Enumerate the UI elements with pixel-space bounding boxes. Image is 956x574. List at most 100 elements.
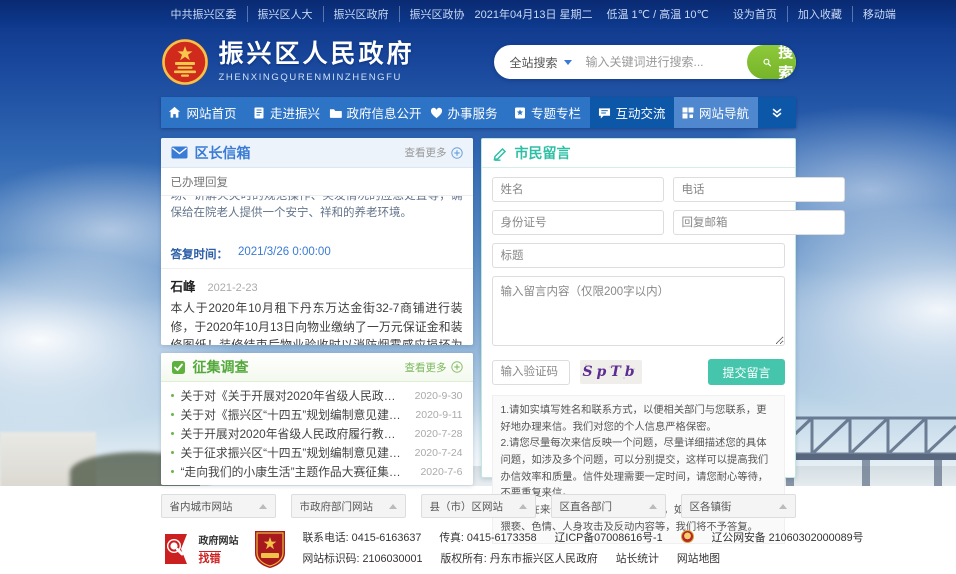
topbar-right: 2021年04月13日 星期二 低温 1℃ / 高温 10℃ 设为首页 加入收藏… bbox=[475, 6, 906, 22]
date-display: 2021年04月13日 星期二 bbox=[475, 6, 593, 22]
mayor-mailbox-panel: 区长信箱 查看更多 已办理回复 场、讲解火灾时的规范操作、突发情况的应急处置等，… bbox=[161, 138, 473, 345]
fax-number: 传真: 0415-6173358 bbox=[439, 528, 536, 549]
letter-date: 2021-2-23 bbox=[208, 282, 258, 294]
dropdown-district-streets[interactable]: 区各镇街 bbox=[681, 494, 796, 518]
search-scope-select[interactable]: 全站搜索 bbox=[494, 54, 580, 71]
search-button[interactable]: 搜 索 bbox=[747, 45, 796, 79]
mobile-version-link[interactable]: 移动端 bbox=[852, 6, 906, 22]
dropdown-label: 县（市）区网站 bbox=[430, 499, 504, 514]
message-guidelines: 1.请如实填写姓名和联系方式，以便相关部门与您联系，更好地办理来信。我们对您的个… bbox=[492, 395, 785, 544]
stats-link[interactable]: 站长统计 bbox=[616, 549, 659, 570]
nav-item-about[interactable]: 走进振兴 bbox=[245, 97, 329, 128]
nav-label: 专题专栏 bbox=[531, 103, 581, 122]
more-label: 查看更多 bbox=[405, 145, 447, 160]
error-logo-line2: 找错 bbox=[199, 551, 221, 565]
name-field[interactable] bbox=[492, 177, 664, 202]
citizen-message-panel: 市民留言 bbox=[481, 138, 796, 478]
submit-message-button[interactable]: 提交留言 bbox=[708, 359, 784, 385]
message-panel-title: 市民留言 bbox=[515, 143, 571, 163]
survey-list-item[interactable]: 关于征求振兴区“十四五”规划编制意见建议的公告2020-7-24 bbox=[171, 443, 463, 462]
security-record[interactable]: 辽公网安备 21060302000089号 bbox=[681, 528, 882, 549]
survey-item-title: 关于征求振兴区“十四五”规划编制意见建议的公告 bbox=[181, 444, 407, 461]
dropdown-city-dept-sites[interactable]: 市政府部门网站 bbox=[291, 494, 406, 518]
site-error-report-logo[interactable]: 政府网站 找错 bbox=[161, 531, 239, 566]
bullet-icon bbox=[171, 451, 174, 454]
reply-email-field[interactable] bbox=[673, 210, 845, 235]
survey-list-item[interactable]: 关于开展对2020年省级人民政府履行教育职责情况满意度调查...2020-7-2… bbox=[171, 424, 463, 443]
nav-item-special-topics[interactable]: 专题专栏 bbox=[506, 97, 590, 128]
letter-author: 石峰 bbox=[171, 276, 196, 295]
phone-field[interactable] bbox=[673, 177, 845, 202]
id-number-field[interactable] bbox=[492, 210, 664, 235]
weather-display: 低温 1℃ / 高温 10℃ bbox=[607, 6, 709, 22]
nav-label: 走进振兴 bbox=[270, 103, 320, 122]
site-brand: 振兴区人民政府 ZHENXINGQURENMINZHENGFU bbox=[161, 38, 415, 86]
nav-item-info-disclosure[interactable]: 政府信息公开 bbox=[329, 97, 422, 128]
nav-label: 网站导航 bbox=[699, 103, 749, 122]
footer: 政府网站 找错 联系电话: 0415-6163637 传真: 0415-6173… bbox=[0, 528, 956, 569]
dropdown-province-city-sites[interactable]: 省内城市网站 bbox=[161, 494, 276, 518]
link-district-government[interactable]: 振兴区政府 bbox=[323, 6, 399, 22]
survey-item-date: 2020-7-6 bbox=[420, 466, 462, 478]
search-button-label: 搜 索 bbox=[775, 45, 796, 79]
survey-list-item[interactable]: “走向我们的小康生活”主题作品大赛征集启事2020-7-6 bbox=[171, 462, 463, 481]
caret-up-icon bbox=[779, 504, 787, 509]
dropdown-label: 区各镇街 bbox=[690, 499, 732, 514]
link-district-cppcc[interactable]: 振兴区政协 bbox=[399, 6, 475, 22]
heart-service-icon bbox=[430, 107, 443, 119]
sitemap-link[interactable]: 网站地图 bbox=[677, 549, 720, 570]
set-homepage-link[interactable]: 设为首页 bbox=[723, 6, 787, 22]
message-content-field[interactable] bbox=[492, 276, 785, 346]
clipboard-check-icon bbox=[171, 360, 186, 375]
grid-icon bbox=[682, 107, 694, 119]
nav-label: 办事服务 bbox=[448, 103, 498, 122]
nav-item-services[interactable]: 办事服务 bbox=[422, 97, 506, 128]
survey-list-item[interactable]: 关于对《振兴区“十四五”规划编制意见建议的公告》公开征... 2020-9-11 bbox=[171, 405, 463, 424]
party-gov-org-badge-icon bbox=[253, 529, 287, 569]
site-code: 网站标识码: 2106030001 bbox=[303, 549, 423, 570]
national-emblem-icon bbox=[161, 38, 209, 86]
survey-item-title: 关于开展对2020年省级人民政府履行教育职责情况满意度调查... bbox=[181, 425, 407, 442]
survey-list-item[interactable]: 关于对《关于开展对2020年省级人民政府履行教育职责情况满...2020-9-3… bbox=[171, 386, 463, 405]
subject-field[interactable] bbox=[492, 243, 785, 268]
mailbox-tab-replied[interactable]: 已办理回复 bbox=[161, 168, 473, 196]
guideline-item: 1.请如实填写姓名和联系方式，以便相关部门与您联系，更好地办理来信。我们对您的个… bbox=[501, 403, 776, 436]
related-sites-row: 省内城市网站 市政府部门网站 县（市）区网站 区直各部门 区各镇街 bbox=[0, 494, 956, 518]
plus-circle-icon bbox=[451, 361, 463, 373]
envelope-icon bbox=[171, 146, 188, 159]
home-icon bbox=[168, 106, 181, 119]
survey-more-link[interactable]: 查看更多 bbox=[405, 360, 463, 375]
survey-item-title: 关于对《振兴区“十四五”规划编制意见建议的公告》公开征... bbox=[181, 406, 408, 423]
mailbox-more-link[interactable]: 查看更多 bbox=[405, 145, 463, 160]
survey-panel: 征集调查 查看更多 关于对《关于开展对2020年省级人民政府履行教育职责情况满.… bbox=[161, 353, 473, 485]
nav-item-sitemap[interactable]: 网站导航 bbox=[674, 97, 758, 128]
captcha-row: SpTb 提交留言 bbox=[492, 359, 785, 385]
letter-content: 本人于2020年10月租下丹东万达金街32-7商铺进行装修，于2020年10月1… bbox=[171, 299, 463, 345]
bookmark-star-icon bbox=[514, 107, 526, 119]
dropdown-county-sites[interactable]: 县（市）区网站 bbox=[421, 494, 536, 518]
bullet-icon bbox=[171, 394, 174, 397]
bullet-icon bbox=[171, 432, 174, 435]
search-input[interactable] bbox=[580, 55, 747, 69]
nav-expand-button[interactable] bbox=[758, 97, 796, 128]
nav-item-interaction[interactable]: 互动交流 bbox=[590, 97, 674, 128]
more-label: 查看更多 bbox=[405, 360, 447, 375]
add-favorite-link[interactable]: 加入收藏 bbox=[787, 6, 852, 22]
link-district-committee[interactable]: 中共振兴区委 bbox=[161, 6, 247, 22]
site-title-pinyin: ZHENXINGQURENMINZHENGFU bbox=[219, 72, 415, 83]
survey-item-date: 2020-9-11 bbox=[415, 409, 462, 421]
survey-title: 征集调查 bbox=[193, 357, 249, 377]
link-district-congress[interactable]: 振兴区人大 bbox=[247, 6, 323, 22]
footer-info: 联系电话: 0415-6163637 传真: 0415-6173358 辽ICP… bbox=[303, 528, 900, 569]
search-bar: 全站搜索 搜 索 bbox=[494, 45, 796, 79]
captcha-input[interactable] bbox=[492, 360, 570, 385]
icp-license-link[interactable]: 辽ICP备07008616号-1 bbox=[555, 528, 663, 549]
bullet-icon bbox=[171, 470, 174, 473]
site-header: 振兴区人民政府 ZHENXINGQURENMINZHENGFU 全站搜索 搜 索 bbox=[0, 28, 956, 96]
mailbox-letter[interactable]: 石峰 2021-2-23 本人于2020年10月租下丹东万达金街32-7商铺进行… bbox=[161, 269, 473, 345]
dropdown-district-depts[interactable]: 区直各部门 bbox=[551, 494, 666, 518]
captcha-image[interactable]: SpTb bbox=[580, 360, 642, 384]
bullet-icon bbox=[171, 413, 174, 416]
nav-item-home[interactable]: 网站首页 bbox=[161, 97, 245, 128]
search-scope-label: 全站搜索 bbox=[510, 54, 558, 71]
